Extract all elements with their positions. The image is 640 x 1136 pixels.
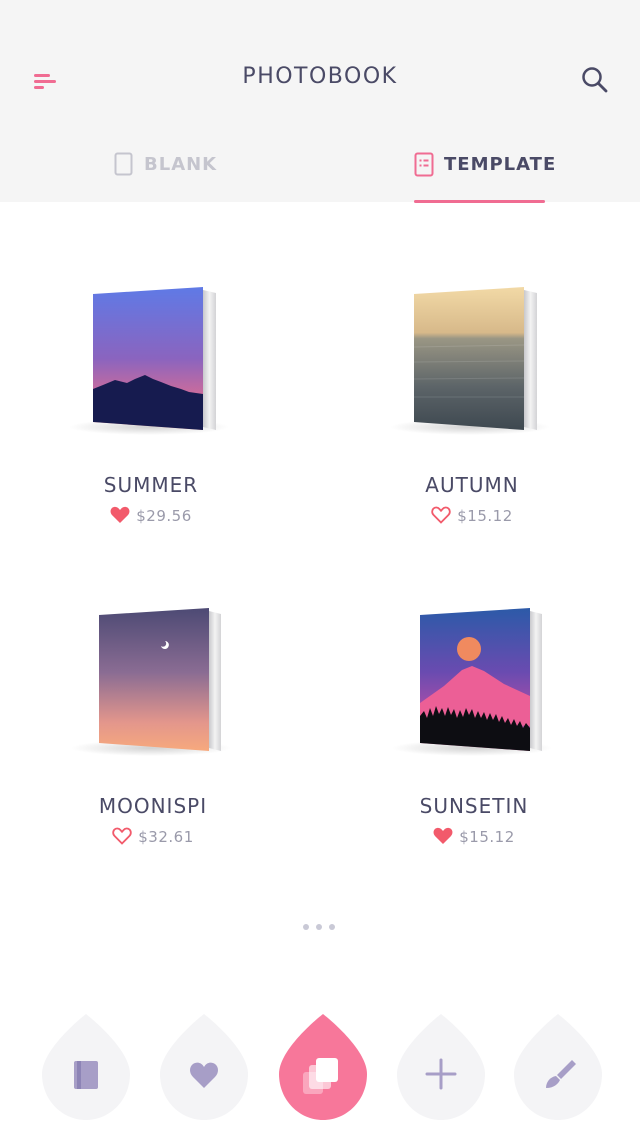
active-tab-indicator bbox=[414, 200, 545, 203]
tab-template[interactable]: TEMPLATE bbox=[410, 138, 555, 203]
book-icon bbox=[74, 1061, 98, 1089]
book-cover-summer bbox=[69, 287, 229, 435]
page-indicator bbox=[303, 924, 337, 932]
template-card-autumn[interactable]: AUTUMN $15.12 bbox=[352, 287, 592, 537]
template-price: $15.12 bbox=[459, 828, 515, 846]
page-dot[interactable] bbox=[316, 924, 322, 930]
favorite-heart-outline-icon[interactable] bbox=[431, 506, 451, 528]
template-meta: $15.12 bbox=[354, 827, 594, 849]
search-icon bbox=[582, 67, 608, 93]
nav-favorites-button[interactable] bbox=[158, 1014, 250, 1122]
template-card-sunsetin[interactable]: SUNSETIN $15.12 bbox=[354, 608, 594, 858]
app-header: PHOTOBOOK BLANK TEMPLATE bbox=[0, 0, 640, 203]
book-cover-sunsetin bbox=[392, 608, 552, 756]
template-name: SUNSETIN bbox=[419, 794, 529, 818]
plus-icon bbox=[425, 1058, 457, 1090]
nav-layers-button[interactable] bbox=[277, 1014, 369, 1122]
layers-icon bbox=[303, 1058, 338, 1094]
template-card-summer[interactable]: SUMMER $29.56 bbox=[31, 287, 271, 537]
nav-add-button[interactable] bbox=[395, 1014, 487, 1122]
template-name: SUMMER bbox=[103, 473, 199, 497]
page-dot[interactable] bbox=[303, 924, 309, 930]
template-name: MOONISPI bbox=[98, 794, 208, 818]
favorite-heart-icon[interactable] bbox=[110, 506, 130, 528]
heart-icon bbox=[190, 1062, 218, 1088]
search-button[interactable] bbox=[578, 63, 612, 97]
template-price: $32.61 bbox=[138, 828, 194, 846]
tab-template-label: TEMPLATE bbox=[444, 154, 557, 175]
template-page-icon bbox=[414, 152, 434, 177]
template-name: AUTUMN bbox=[425, 473, 519, 497]
book-cover-moonispi bbox=[71, 608, 231, 756]
page-dot[interactable] bbox=[329, 924, 335, 930]
page-title: PHOTOBOOK bbox=[242, 64, 398, 89]
blank-page-icon bbox=[114, 152, 133, 176]
template-meta: $29.56 bbox=[31, 506, 271, 528]
brush-icon bbox=[546, 1060, 576, 1088]
template-meta: $15.12 bbox=[352, 506, 592, 528]
nav-books-button[interactable] bbox=[40, 1014, 132, 1122]
template-price: $15.12 bbox=[457, 507, 513, 525]
tab-blank-label: BLANK bbox=[144, 154, 218, 175]
favorite-heart-outline-icon[interactable] bbox=[112, 827, 132, 849]
template-meta: $32.61 bbox=[33, 827, 273, 849]
book-cover-autumn bbox=[390, 287, 550, 435]
tab-blank[interactable]: BLANK bbox=[108, 138, 228, 202]
favorite-heart-icon[interactable] bbox=[433, 827, 453, 849]
template-price: $29.56 bbox=[136, 507, 192, 525]
template-card-moonispi[interactable]: MOONISPI $32.61 bbox=[33, 608, 273, 858]
nav-edit-button[interactable] bbox=[512, 1014, 604, 1122]
